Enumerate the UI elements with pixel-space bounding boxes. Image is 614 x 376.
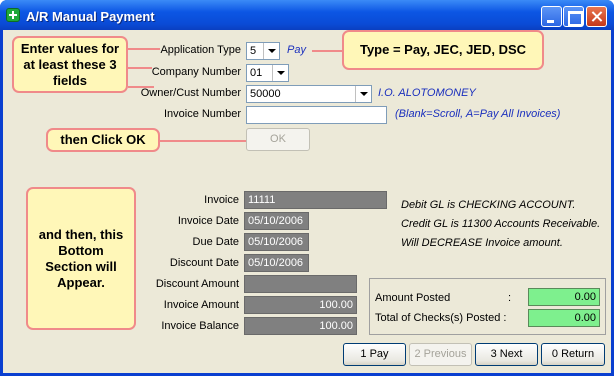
pay-button[interactable]: 1 Pay <box>343 343 406 366</box>
invoice-field: 11111 <box>244 191 387 209</box>
minimize-button[interactable] <box>541 6 562 27</box>
window: A/R Manual Payment Application Type 5 Pa… <box>0 0 614 376</box>
amount-posted-colon: : <box>508 292 512 304</box>
owner-name: I.O. ALOTOMONEY <box>378 87 476 99</box>
company-number-value: 01 <box>250 67 263 79</box>
discount-date-field: 05/10/2006 <box>244 254 309 272</box>
callout-bottom-section: and then, this Bottom Section will Appea… <box>26 187 136 330</box>
posting-summary: Amount Posted : 0.00 Total of Checks(s) … <box>369 278 606 335</box>
application-type-value: 5 <box>250 45 257 57</box>
next-button[interactable]: 3 Next <box>475 343 538 366</box>
title-bar: A/R Manual Payment <box>0 0 614 30</box>
chevron-down-icon[interactable] <box>263 43 279 59</box>
discount-amount-label: Discount Amount <box>155 278 239 290</box>
callout-click-ok-text: then Click OK <box>60 132 146 147</box>
due-date-field: 05/10/2006 <box>244 233 309 251</box>
chevron-down-icon[interactable] <box>272 65 288 81</box>
invoice-number-input[interactable] <box>246 106 387 124</box>
callout-arrow <box>140 86 154 88</box>
previous-button[interactable]: 2 Previous <box>409 343 472 366</box>
amount-posted-field: 0.00 <box>528 288 600 306</box>
gl-note-decrease: Will DECREASE Invoice amount. <box>401 237 563 249</box>
application-type-hint: Pay <box>287 44 306 56</box>
callout-type-info-text: Type = Pay, JEC, JED, DSC <box>359 42 527 57</box>
callout-type-info: Type = Pay, JEC, JED, DSC <box>342 30 544 70</box>
owner-cust-number-label: Owner/Cust Number <box>140 87 241 99</box>
form-body: Application Type 5 Pay Company Number 01… <box>3 30 611 373</box>
return-button[interactable]: 0 Return <box>541 343 605 366</box>
callout-arrow <box>128 48 160 50</box>
discount-date-label: Discount Date <box>169 257 239 269</box>
discount-amount-field <box>244 275 357 293</box>
callout-enter-values-text: Enter values for at least these 3 fields <box>20 40 120 88</box>
gl-note-debit: Debit GL is CHECKING ACCOUNT. <box>401 199 576 211</box>
owner-cust-number-value: 50000 <box>250 88 281 100</box>
total-checks-label: Total of Checks(s) Posted : <box>375 312 507 324</box>
owner-cust-number-select[interactable]: 50000 <box>246 85 372 103</box>
gl-note-credit: Credit GL is 11300 Accounts Receivable. <box>401 218 601 230</box>
callout-enter-values: Enter values for at least these 3 fields <box>12 36 128 93</box>
application-type-label: Application Type <box>160 44 241 56</box>
invoice-balance-field: 100.00 <box>244 317 357 335</box>
total-checks-field: 0.00 <box>528 309 600 327</box>
invoice-date-label: Invoice Date <box>177 215 239 227</box>
invoice-label: Invoice <box>204 194 239 206</box>
amount-posted-label: Amount Posted <box>375 292 451 304</box>
invoice-date-field: 05/10/2006 <box>244 212 309 230</box>
close-button[interactable] <box>586 6 607 27</box>
callout-bottom-section-text: and then, this Bottom Section will Appea… <box>38 226 124 290</box>
callout-arrow <box>312 50 342 52</box>
application-type-select[interactable]: 5 <box>246 42 280 60</box>
callout-arrow <box>160 140 246 142</box>
callout-arrow <box>128 67 152 69</box>
app-plus-icon <box>6 8 20 22</box>
chevron-down-icon[interactable] <box>355 86 371 102</box>
maximize-button[interactable] <box>563 6 584 27</box>
invoice-balance-label: Invoice Balance <box>161 320 239 332</box>
window-title: A/R Manual Payment <box>26 9 155 24</box>
invoice-number-hint: (Blank=Scroll, A=Pay All Invoices) <box>395 108 561 120</box>
company-number-select[interactable]: 01 <box>246 64 289 82</box>
ok-button[interactable]: OK <box>246 128 310 151</box>
invoice-amount-label: Invoice Amount <box>163 299 239 311</box>
invoice-amount-field: 100.00 <box>244 296 357 314</box>
due-date-label: Due Date <box>192 236 239 248</box>
invoice-number-label: Invoice Number <box>163 108 241 120</box>
callout-click-ok: then Click OK <box>46 128 160 152</box>
